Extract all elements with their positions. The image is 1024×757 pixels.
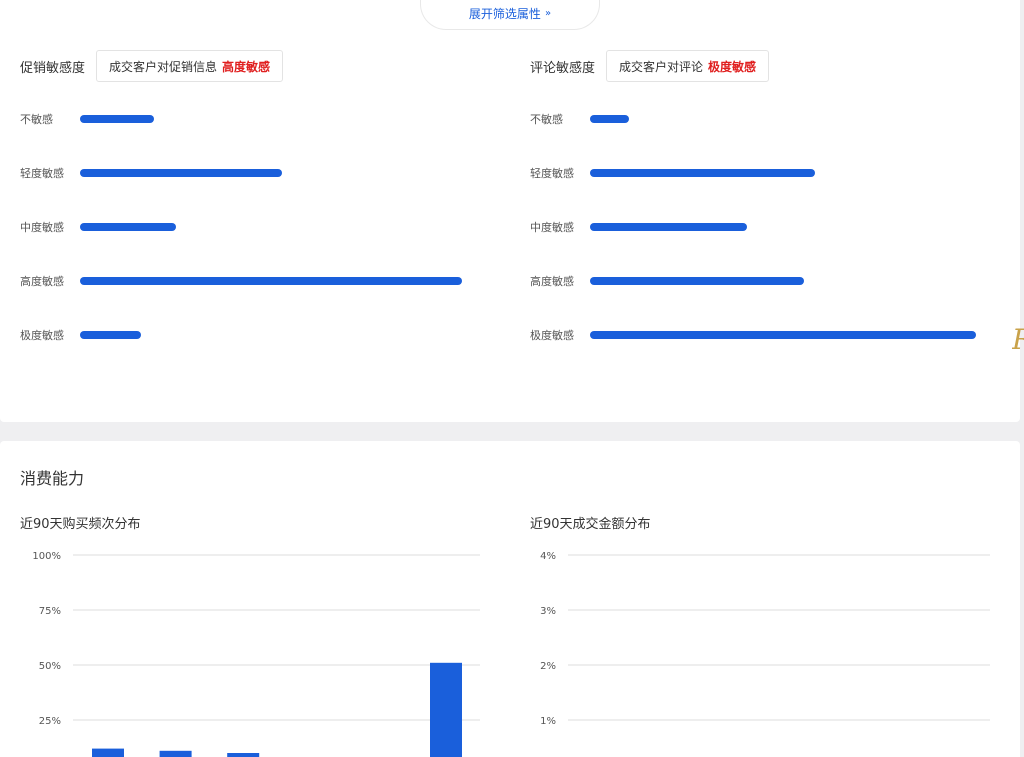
promotion-row-label: 轻度敏感 — [20, 167, 64, 180]
promotion-sensitivity-title: 促销敏感度 — [20, 60, 86, 76]
amount-chart: 4% 3% 2% 1% — [540, 551, 990, 727]
y-tick-label: 50% — [39, 661, 61, 672]
promotion-row-bar[interactable] — [80, 277, 462, 285]
chart-bar[interactable] — [227, 753, 260, 757]
promotion-tag-prefix: 成交客户对促销信息 — [109, 59, 218, 74]
expand-filter-label: 展开筛选属性 — [468, 7, 541, 21]
y-tick-label: 3% — [540, 606, 556, 617]
y-tick-label: 75% — [39, 606, 61, 617]
review-row-bar[interactable] — [590, 223, 747, 231]
frequency-chart-title: 近90天购买频次分布 — [20, 517, 141, 532]
expand-filter-button[interactable]: 展开筛选属性 » — [420, 0, 600, 30]
review-row: 不敏感 — [530, 112, 629, 126]
promotion-row-bar[interactable] — [80, 331, 141, 339]
promotion-row-bar[interactable] — [80, 115, 154, 123]
promotion-row: 不敏感 — [20, 112, 154, 126]
review-sensitivity-tag: 成交客户对评论 极度敏感 — [606, 50, 770, 82]
promotion-row-label: 高度敏感 — [20, 275, 64, 288]
y-tick-label: 100% — [32, 551, 61, 562]
promotion-sensitivity-tag: 成交客户对促销信息 高度敏感 — [96, 50, 284, 82]
promotion-row-label: 中度敏感 — [20, 221, 64, 234]
review-row: 高度敏感 — [530, 274, 804, 288]
y-tick-label: 4% — [540, 551, 556, 562]
promotion-row: 高度敏感 — [20, 274, 462, 288]
review-tag-prefix: 成交客户对评论 — [619, 59, 704, 74]
review-row-bar[interactable] — [590, 277, 804, 285]
review-sensitivity: 评论敏感度 成交客户对评论 极度敏感 不敏感 轻度敏感 中度敏感 高度敏感 极度敏感 — [530, 50, 976, 342]
page: 展开筛选属性 » 促销敏感度 成交客户对促销信息 高度敏感 不敏感轻度敏感中度敏… — [0, 0, 1024, 757]
chart-bar[interactable] — [159, 750, 192, 757]
review-row-bar[interactable] — [590, 169, 815, 177]
review-row: 中度敏感 — [530, 220, 747, 234]
promotion-sensitivity: 促销敏感度 成交客户对促销信息 高度敏感 不敏感 轻度敏感 中度敏感 高度敏感 极度敏感 — [20, 50, 462, 342]
review-row-label: 不敏感 — [530, 113, 563, 126]
section-title: 消费能力 — [20, 469, 85, 488]
review-row: 极度敏感 — [530, 328, 976, 342]
amount-chart-title: 近90天成交金额分布 — [530, 517, 651, 532]
review-tag-value: 极度敏感 — [708, 59, 757, 74]
y-tick-label: 2% — [540, 661, 556, 672]
promotion-row-bar[interactable] — [80, 169, 282, 177]
review-row: 轻度敏感 — [530, 166, 815, 180]
review-row-label: 中度敏感 — [530, 221, 574, 234]
review-row-label: 高度敏感 — [530, 275, 574, 288]
promotion-row: 极度敏感 — [20, 328, 141, 342]
promotion-tag-value: 高度敏感 — [222, 59, 271, 74]
promotion-row: 中度敏感 — [20, 220, 176, 234]
promotion-row-label: 不敏感 — [20, 113, 53, 126]
review-row-label: 极度敏感 — [530, 329, 574, 342]
chart-bar[interactable] — [92, 748, 124, 757]
review-row-label: 轻度敏感 — [530, 167, 574, 180]
review-row-bar[interactable] — [590, 115, 629, 123]
double-chevron-down-icon: » — [544, 8, 552, 19]
y-tick-label: 1% — [540, 716, 556, 727]
promotion-row-label: 极度敏感 — [20, 329, 64, 342]
decorative-glyph-icon: R — [1012, 320, 1024, 360]
review-sensitivity-title: 评论敏感度 — [530, 60, 596, 76]
review-row-bar[interactable] — [590, 331, 976, 339]
promotion-row: 轻度敏感 — [20, 166, 282, 180]
consumption-card: 消费能力 近90天购买频次分布 100% 75% 50% 25% 近90天成交金额分布… — [0, 441, 1020, 757]
promotion-row-bar[interactable] — [80, 223, 176, 231]
y-tick-label: 25% — [39, 716, 61, 727]
sensitivity-card: 展开筛选属性 » 促销敏感度 成交客户对促销信息 高度敏感 不敏感轻度敏感中度敏… — [0, 0, 1020, 422]
frequency-chart: 100% 75% 50% 25% — [32, 551, 480, 757]
chart-bar[interactable] — [430, 662, 462, 757]
